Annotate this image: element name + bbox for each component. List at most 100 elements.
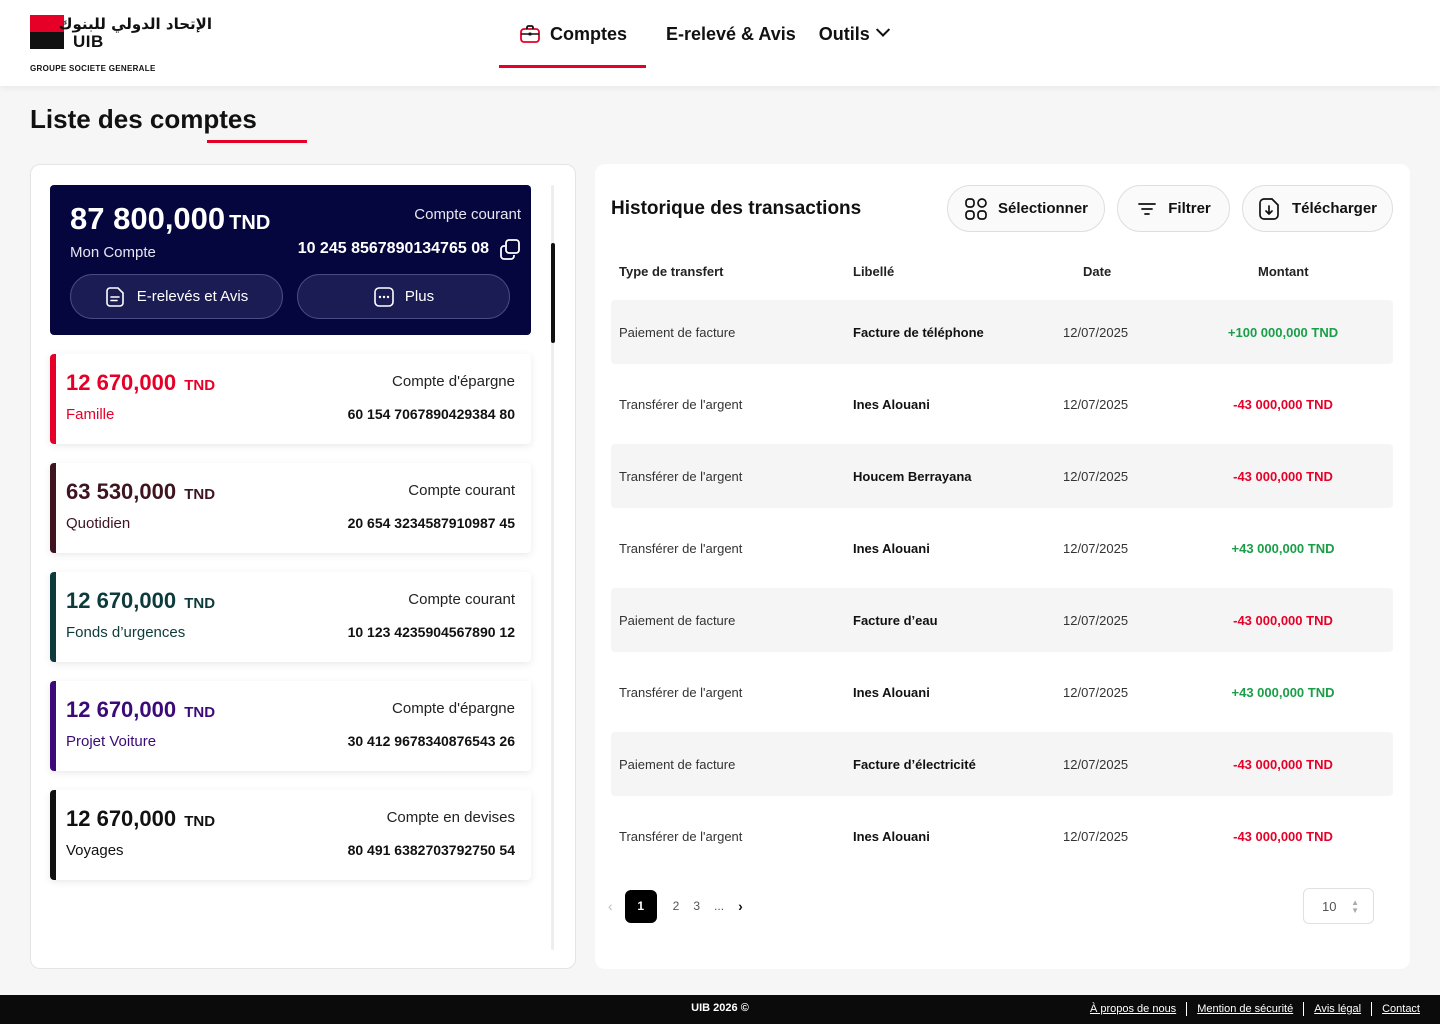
cell-type: Transférer de l'argent	[619, 684, 743, 700]
cell-date: 12/07/2025	[1063, 684, 1129, 700]
account-balance: 12 670,000 TND	[66, 806, 215, 832]
document-icon	[105, 286, 124, 307]
account-balance: 12 670,000 TND	[66, 588, 215, 614]
download-button[interactable]: Télécharger	[1242, 185, 1393, 232]
grid-icon	[965, 197, 987, 220]
main-nav: Comptes E-relevé & Avis Outils	[499, 0, 890, 86]
cell-type: Paiement de facture	[619, 324, 736, 340]
footer-link-about[interactable]: À propos de nous	[1080, 1002, 1186, 1016]
account-card[interactable]: 12 670,000 TND Famille Compte d'épargne …	[50, 354, 531, 444]
cell-label: Facture d’eau	[853, 612, 938, 628]
cell-date: 12/07/2025	[1063, 756, 1129, 772]
select-button-label: Sélectionner	[997, 200, 1089, 217]
table-row[interactable]: Transférer de l'argent Ines Alouani 12/0…	[611, 516, 1393, 580]
cell-type: Paiement de facture	[619, 756, 736, 772]
accounts-scrollbar-thumb[interactable]	[551, 243, 555, 343]
account-amount: 12 670,000	[66, 697, 177, 722]
briefcase-icon	[518, 22, 542, 46]
accounts-panel: 87 800,000 TND Mon Compte Compte courant …	[30, 164, 576, 969]
footer-link-legal[interactable]: Avis légal	[1303, 1002, 1371, 1016]
filter-icon	[1138, 202, 1157, 215]
account-type: Compte courant	[408, 591, 515, 608]
filter-button[interactable]: Filtrer	[1117, 185, 1230, 232]
copy-icon[interactable]	[499, 238, 521, 260]
page-button[interactable]: 3	[693, 899, 700, 913]
main-account-currency: TND	[229, 212, 271, 234]
account-card[interactable]: 63 530,000 TND Quotidien Compte courant …	[50, 463, 531, 553]
filter-button-label: Filtrer	[1168, 200, 1211, 217]
account-number: 80 491 6382703792750 54	[347, 842, 515, 858]
cell-label: Ines Alouani	[853, 828, 930, 844]
plus-button[interactable]: Plus	[297, 274, 510, 319]
account-currency: TND	[184, 377, 216, 394]
table-row[interactable]: Transférer de l'argent Ines Alouani 12/0…	[611, 372, 1393, 436]
footer-link-contact[interactable]: Contact	[1371, 1002, 1430, 1016]
account-card[interactable]: 12 670,000 TND Projet Voiture Compte d'é…	[50, 681, 531, 771]
table-row[interactable]: Paiement de facture Facture d’eau 12/07/…	[611, 588, 1393, 652]
table-row[interactable]: Transférer de l'argent Houcem Berrayana …	[611, 444, 1393, 508]
page-title: Liste des comptes	[30, 104, 257, 134]
chevron-right-icon[interactable]: ›	[738, 898, 743, 914]
table-row[interactable]: Paiement de facture Facture de téléphone…	[611, 300, 1393, 364]
nav-outils-label: Outils	[818, 23, 870, 44]
uib-logo[interactable]: الإتحاد الدولي للبنوك UIB GROUPE SOCIETE…	[30, 15, 230, 75]
cell-label: Facture de téléphone	[853, 324, 984, 340]
nav-e-releve-label: E-relevé & Avis	[666, 23, 796, 44]
main-account-type: Compte courant	[414, 206, 521, 223]
logo-arabic-name: الإتحاد الدولي للبنوك	[58, 15, 212, 33]
account-currency: TND	[184, 486, 216, 503]
account-name: Projet Voiture	[66, 733, 157, 750]
cell-amount: +100 000,000 TND	[1227, 324, 1339, 340]
cell-type: Transférer de l'argent	[619, 540, 743, 556]
account-amount: 63 530,000	[66, 479, 177, 504]
footer-link-security[interactable]: Mention de sécurité	[1186, 1002, 1303, 1016]
logo-short-name: UIB	[73, 32, 104, 51]
table-row[interactable]: Transférer de l'argent Ines Alouani 12/0…	[611, 804, 1393, 868]
chevron-left-icon[interactable]: ‹	[608, 898, 613, 914]
account-number: 30 412 9678340876543 26	[347, 733, 515, 749]
rows-per-page-select[interactable]: 10 ▲ ▼	[1303, 888, 1374, 924]
download-button-label: Télécharger	[1291, 200, 1378, 217]
cell-date: 12/07/2025	[1063, 540, 1129, 556]
page-button[interactable]: 2	[673, 899, 680, 913]
table-row[interactable]: Transférer de l'argent Ines Alouani 12/0…	[611, 660, 1393, 724]
cell-date: 12/07/2025	[1063, 612, 1129, 628]
account-balance: 12 670,000 TND	[66, 370, 215, 396]
account-currency: TND	[184, 595, 216, 612]
cell-label: Ines Alouani	[853, 396, 930, 412]
account-balance: 12 670,000 TND	[66, 697, 215, 723]
page-button-current[interactable]: 1	[624, 889, 657, 923]
account-number: 10 123 4235904567890 12	[347, 624, 515, 640]
nav-outils[interactable]: Outils	[818, 0, 890, 68]
account-type: Compte d'épargne	[392, 700, 515, 717]
account-amount: 12 670,000	[66, 370, 177, 395]
column-header-type: Type de transfert	[619, 264, 724, 279]
table-row[interactable]: Paiement de facture Facture d’électricit…	[611, 732, 1393, 796]
column-header-date: Date	[1083, 264, 1112, 279]
cell-amount: -43 000,000 TND	[1233, 468, 1333, 484]
nav-comptes[interactable]: Comptes	[499, 0, 646, 68]
select-button[interactable]: Sélectionner	[947, 185, 1105, 232]
plus-button-label: Plus	[404, 288, 435, 305]
e-releves-button[interactable]: E-relevés et Avis	[70, 274, 283, 319]
account-currency: TND	[184, 704, 216, 721]
account-card[interactable]: 12 670,000 TND Fonds d’urgences Compte c…	[50, 572, 531, 662]
download-icon	[1259, 197, 1279, 220]
cell-label: Ines Alouani	[853, 684, 930, 700]
cell-label: Houcem Berrayana	[853, 468, 972, 484]
up-down-chevron-icon: ▲ ▼	[1351, 898, 1359, 915]
main-account-number: 10 245 8567890134765 08	[297, 240, 489, 257]
cell-date: 12/07/2025	[1063, 324, 1129, 340]
e-releves-button-label: E-relevés et Avis	[136, 288, 249, 305]
account-name: Famille	[66, 406, 115, 423]
nav-e-releve[interactable]: E-relevé & Avis	[666, 0, 796, 68]
account-name: Quotidien	[66, 515, 131, 532]
footer-links: À propos de nous Mention de sécurité Avi…	[1080, 1002, 1430, 1016]
account-balance: 63 530,000 TND	[66, 479, 215, 505]
pagination: ‹ 1 2 3 ... ›	[608, 889, 743, 923]
cell-date: 12/07/2025	[1063, 468, 1129, 484]
main-account-name: Mon Compte	[70, 244, 156, 261]
page-ellipsis: ...	[714, 899, 725, 913]
account-card[interactable]: 12 670,000 TND Voyages Compte en devises…	[50, 790, 531, 880]
main-account-card[interactable]: 87 800,000 TND Mon Compte Compte courant …	[50, 185, 531, 335]
